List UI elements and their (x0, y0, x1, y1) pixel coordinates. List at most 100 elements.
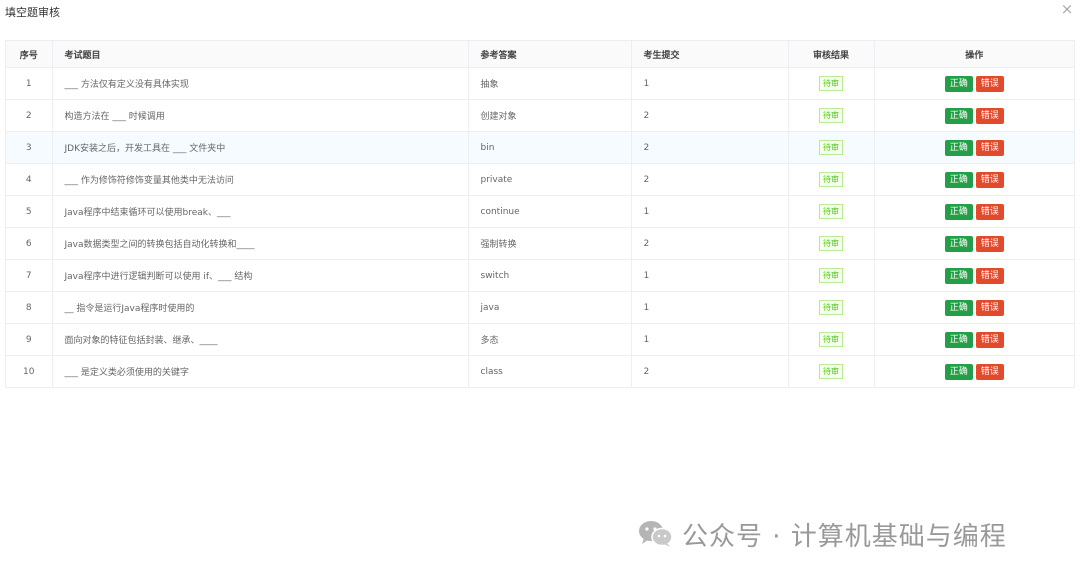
table-row: 3 JDK安装之后，开发工具在 ___ 文件夹中 bin 2 待审 正确 错误 (6, 131, 1074, 164)
cell-index: 5 (6, 195, 53, 228)
cell-result: 待审 (788, 67, 875, 100)
table-row: 4 ___ 作为修饰符修饰变量其他类中无法访问 private 2 待审 正确错… (6, 163, 1074, 196)
cell-action: 正确 错误 (874, 323, 1074, 356)
cell-index: 8 (6, 291, 53, 324)
cell-reference: 多态 (468, 323, 632, 356)
cell-result: 待审 (788, 163, 875, 196)
status-badge: 待审 (819, 364, 843, 379)
cell-action: 正确 错误 (874, 195, 1074, 228)
cell-index: 1 (6, 67, 53, 100)
correct-button[interactable]: 正确 (944, 171, 973, 188)
table-row: 8 __ 指令是运行Java程序时使用的 java 1 待审 正确 错误 (6, 291, 1074, 324)
cell-question: __ 指令是运行Java程序时使用的 (52, 291, 469, 324)
header-result: 审核结果 (788, 41, 875, 68)
cell-submission: 1 (631, 67, 789, 100)
wrong-button[interactable]: 错误 (975, 235, 1004, 252)
correct-button[interactable]: 正确 (944, 139, 973, 156)
correct-button[interactable]: 正确 (944, 331, 973, 348)
cell-submission: 2 (631, 355, 789, 387)
cell-result: 待审 (788, 355, 875, 387)
cell-reference: continue (468, 195, 632, 228)
cell-index: 3 (6, 131, 53, 164)
status-badge: 待审 (819, 140, 843, 155)
wrong-button[interactable]: 错误 (975, 75, 1004, 92)
cell-submission: 2 (631, 227, 789, 260)
cell-submission: 2 (631, 99, 789, 132)
cell-result: 待审 (788, 227, 875, 260)
cell-result: 待审 (788, 323, 875, 356)
table-row: 5 Java程序中结束循环可以使用break、___ continue 1 待审… (6, 195, 1074, 228)
cell-action: 正确 错误 (874, 356, 1074, 388)
table-header-row: 序号 考试题目 参考答案 考生提交 审核结果 操作 (6, 41, 1074, 68)
cell-question: Java程序中进行逻辑判断可以使用 if、___ 结构 (52, 259, 469, 292)
cell-index: 9 (6, 323, 53, 356)
cell-action: 正确 错误 (874, 259, 1074, 292)
cell-question: ___ 作为修饰符修饰变量其他类中无法访问 (52, 163, 469, 196)
cell-submission: 1 (631, 323, 789, 356)
cell-submission: 2 (631, 131, 789, 164)
wrong-button[interactable]: 错误 (975, 267, 1004, 284)
cell-action: 正确 错误 (874, 291, 1074, 324)
correct-button[interactable]: 正确 (944, 203, 973, 220)
cell-question: ___ 方法仅有定义没有具体实现 (52, 67, 469, 100)
wrong-button[interactable]: 错误 (975, 299, 1004, 316)
cell-index: 4 (6, 163, 53, 196)
wrong-button[interactable]: 错误 (975, 171, 1004, 188)
cell-action: 正确 错误 (874, 67, 1074, 100)
cell-question: ___ 是定义类必须使用的关键字 (52, 355, 469, 387)
table-row: 1 ___ 方法仅有定义没有具体实现 抽象 1 待审 正确 错误 (6, 67, 1074, 100)
cell-reference: 创建对象 (468, 99, 632, 132)
cell-action: 正确 错误 (874, 131, 1074, 164)
correct-button[interactable]: 正确 (944, 235, 973, 252)
cell-index: 10 (6, 355, 53, 387)
wrong-button[interactable]: 错误 (975, 107, 1004, 124)
cell-index: 2 (6, 99, 53, 132)
wrong-button[interactable]: 错误 (975, 363, 1004, 380)
cell-submission: 1 (631, 291, 789, 324)
cell-action: 正确 错误 (874, 227, 1074, 260)
wrong-button[interactable]: 错误 (975, 139, 1004, 156)
status-badge: 待审 (819, 236, 843, 251)
correct-button[interactable]: 正确 (944, 107, 973, 124)
close-icon[interactable]: × (1060, 2, 1074, 17)
table-row: 10 ___ 是定义类必须使用的关键字 class 2 待审 正确 错误 (6, 355, 1074, 388)
wrong-button[interactable]: 错误 (975, 331, 1004, 348)
watermark-text: 公众号 · 计算机基础与编程 (682, 521, 1007, 552)
cell-reference: switch (468, 259, 632, 292)
correct-button[interactable]: 正确 (944, 363, 973, 380)
cell-reference: private (468, 163, 632, 196)
correct-button[interactable]: 正确 (944, 299, 973, 316)
cell-question: 构造方法在 ___ 时候调用 (52, 99, 469, 132)
cell-question: Java数据类型之间的转换包括自动化转换和____ (52, 227, 469, 260)
cell-result: 待审 (788, 99, 875, 132)
watermark: 公众号 · 计算机基础与编程 (638, 518, 1007, 552)
cell-result: 待审 (788, 131, 875, 164)
dialog-header: 填空题审核 × (0, 0, 1080, 28)
review-dialog: 填空题审核 × 序号 考试题目 参考答案 考生提交 审核结果 操作 1 ___ … (0, 0, 1080, 578)
status-badge: 待审 (819, 172, 843, 187)
table-row: 9 面向对象的特征包括封装、继承、____ 多态 1 待审 正确 错误 (6, 323, 1074, 356)
cell-submission: 1 (631, 259, 789, 292)
correct-button[interactable]: 正确 (944, 75, 973, 92)
cell-action: 正确 错误 (874, 99, 1074, 132)
header-submission: 考生提交 (631, 41, 789, 68)
cell-reference: class (468, 355, 632, 387)
correct-button[interactable]: 正确 (944, 267, 973, 284)
cell-result: 待审 (788, 259, 875, 292)
cell-question: JDK安装之后，开发工具在 ___ 文件夹中 (52, 131, 469, 164)
header-action: 操作 (874, 41, 1074, 68)
header-question: 考试题目 (52, 41, 469, 68)
cell-result: 待审 (788, 291, 875, 324)
status-badge: 待审 (819, 108, 843, 123)
wrong-button[interactable]: 错误 (975, 203, 1004, 220)
cell-action: 正确 错误 (874, 163, 1074, 196)
status-badge: 待审 (819, 204, 843, 219)
status-badge: 待审 (819, 332, 843, 347)
dialog-title: 填空题审核 (5, 6, 60, 19)
header-index: 序号 (6, 41, 53, 68)
table-row: 2 构造方法在 ___ 时候调用 创建对象 2 待审 正确 错误 (6, 99, 1074, 132)
cell-index: 7 (6, 259, 53, 292)
status-badge: 待审 (819, 76, 843, 91)
wechat-icon (638, 519, 674, 549)
status-badge: 待审 (819, 300, 843, 315)
